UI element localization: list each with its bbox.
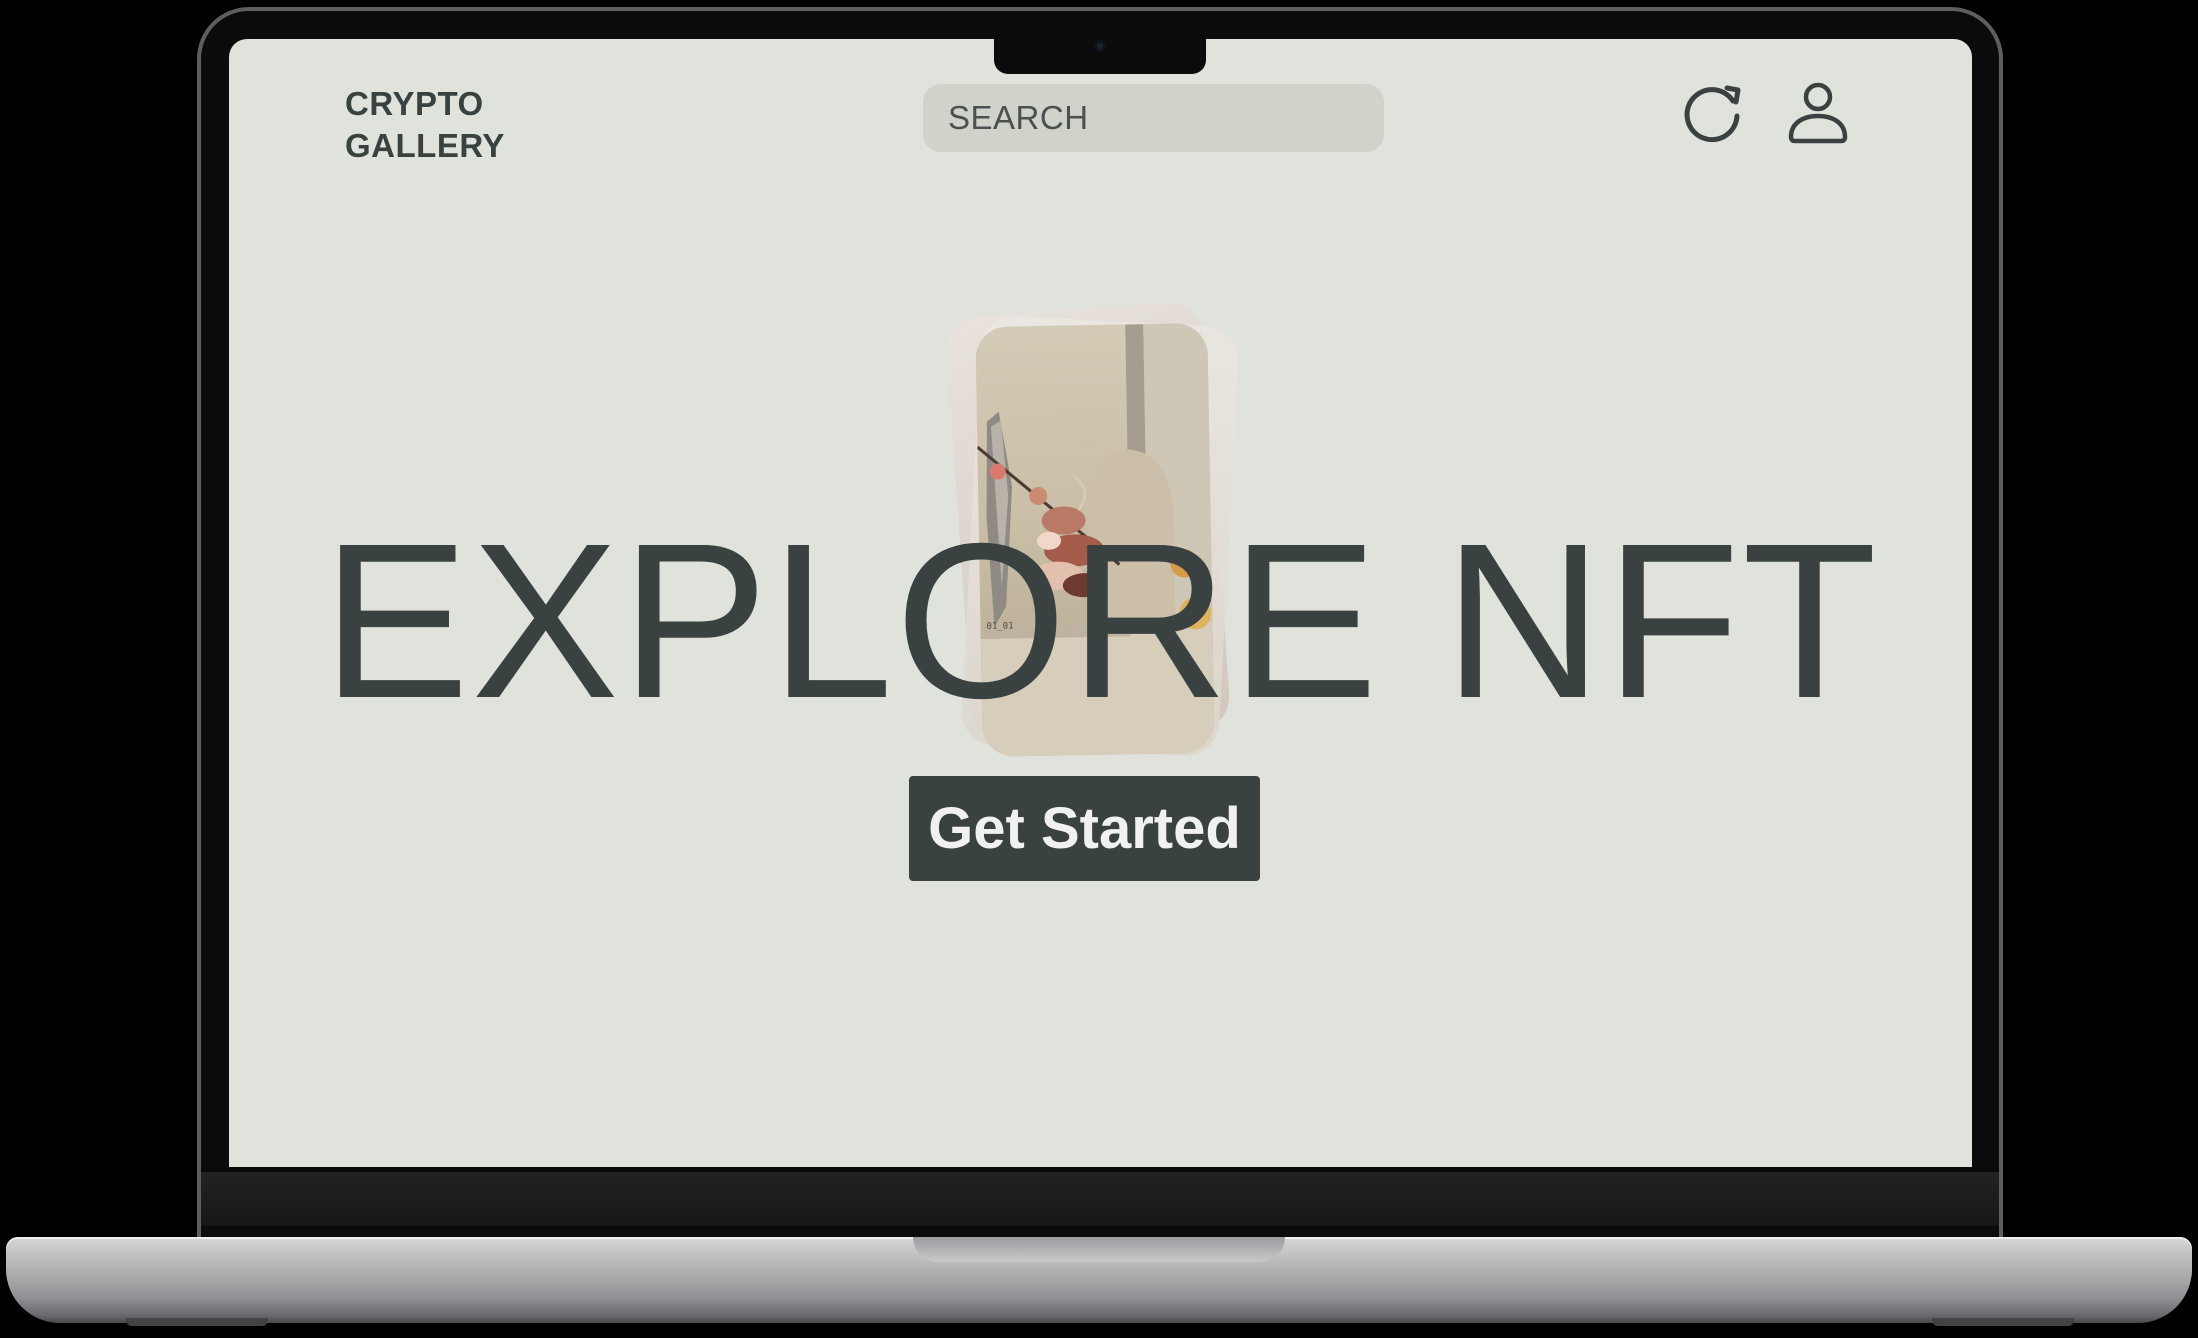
logo-line-1: CRYPTO <box>345 85 484 122</box>
laptop-foot-left <box>126 1318 268 1326</box>
camera-icon <box>1094 40 1106 52</box>
user-icon[interactable] <box>1785 79 1851 145</box>
search-bar[interactable]: SEARCH <box>923 84 1384 152</box>
laptop-mockup: CRYPTO GALLERY SEARCH 01_01 EXPLORE NFT … <box>0 0 2198 1338</box>
refresh-icon[interactable] <box>1681 79 1747 145</box>
search-placeholder: SEARCH <box>948 99 1089 136</box>
hero-headline: EXPLORE NFT <box>321 497 1880 744</box>
laptop-foot-right <box>1932 1318 2074 1326</box>
brand-logo[interactable]: CRYPTO GALLERY <box>345 83 505 167</box>
laptop-opening-notch <box>913 1237 1285 1262</box>
laptop-chin-edge <box>201 1168 1999 1172</box>
get-started-button[interactable]: Get Started <box>909 776 1260 881</box>
logo-line-2: GALLERY <box>345 127 505 164</box>
laptop-chin <box>201 1168 1999 1226</box>
app-screen: CRYPTO GALLERY SEARCH 01_01 EXPLORE NFT … <box>229 39 1972 1167</box>
